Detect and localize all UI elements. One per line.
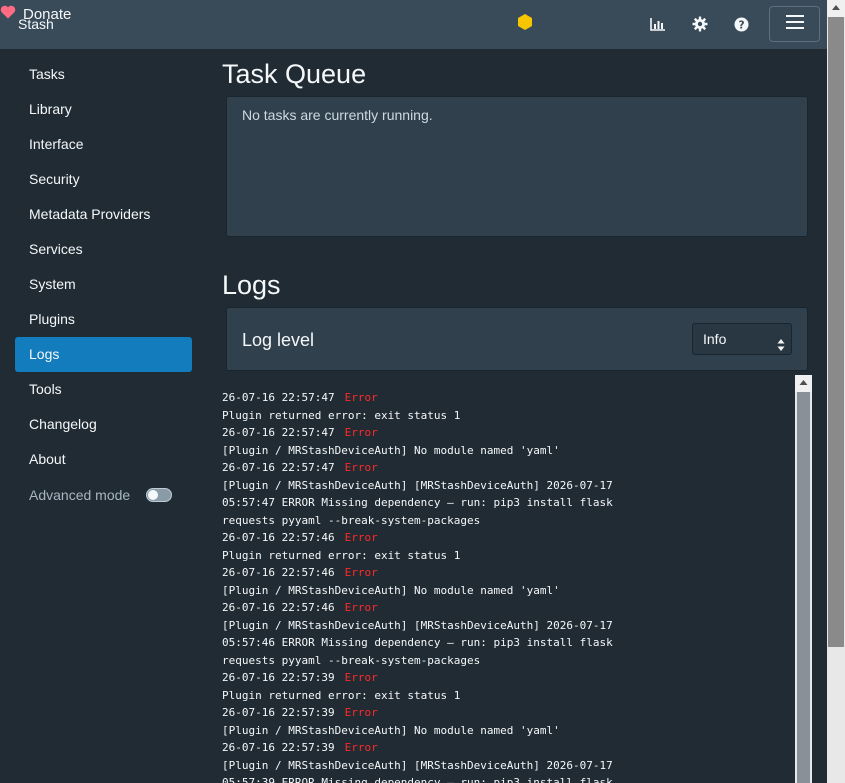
log-level-card: Log level Info xyxy=(226,307,808,371)
log-line: [Plugin / MRStashDeviceAuth] No module n… xyxy=(222,442,794,460)
log-line: 26-07-16 22:57:46 Error xyxy=(222,599,794,617)
task-queue-title: Task Queue xyxy=(222,59,367,89)
log-timestamp: 26-07-16 22:57:39 xyxy=(222,741,335,754)
gear-icon[interactable] xyxy=(690,10,710,38)
log-level-badge: Error xyxy=(344,531,378,544)
log-entries: 26-07-16 22:57:47 Error Plugin returned er… xyxy=(222,389,794,783)
heart-icon xyxy=(0,5,16,23)
log-timestamp: 26-07-16 22:57:39 xyxy=(222,671,335,684)
log-line: 05:57:39 ERROR Missing dependency — run:… xyxy=(222,774,794,783)
log-line: 26-07-16 22:57:39 Error xyxy=(222,739,794,757)
sidebar-item-services[interactable]: Services xyxy=(15,232,192,267)
log-line: [Plugin / MRStashDeviceAuth] No module n… xyxy=(222,722,794,740)
sidebar-item-system[interactable]: System xyxy=(15,267,192,302)
log-level-badge: Error xyxy=(344,461,378,474)
log-line: [Plugin / MRStashDeviceAuth] [MRStashDev… xyxy=(222,477,794,495)
page-scrollbar[interactable] xyxy=(827,0,845,783)
log-level-label: Log level xyxy=(242,330,315,350)
log-level-badge: Error xyxy=(344,671,378,684)
page-scrollbar-thumb[interactable] xyxy=(828,17,844,647)
log-timestamp: 26-07-16 22:57:47 xyxy=(222,461,335,474)
log-timestamp: 26-07-16 22:57:46 xyxy=(222,566,335,579)
log-level-badge: Error xyxy=(344,426,378,439)
log-line: requests pyyaml --break-system-packages xyxy=(222,512,794,530)
select-arrows-icon xyxy=(777,332,785,351)
menu-toggle-button[interactable] xyxy=(769,6,820,42)
log-line: 26-07-16 22:57:46 Error xyxy=(222,529,794,547)
advanced-mode-toggle[interactable] xyxy=(146,487,173,502)
sidebar-item-metadata-providers[interactable]: Metadata Providers xyxy=(15,197,192,232)
log-line: Plugin returned error: exit status 1 xyxy=(222,547,794,565)
log-line: Plugin returned error: exit status 1 xyxy=(222,687,794,705)
task-queue-card: No tasks are currently running. xyxy=(226,96,808,237)
settings-sidebar: Tasks Library Interface Security Metadat… xyxy=(15,57,192,512)
sidebar-item-about[interactable]: About xyxy=(15,442,192,477)
log-line: 26-07-16 22:57:47 Error xyxy=(222,389,794,407)
log-message: requests pyyaml --break-system-packages xyxy=(222,513,481,527)
log-line: [Plugin / MRStashDeviceAuth] No module n… xyxy=(222,582,794,600)
log-timestamp: 26-07-16 22:57:46 xyxy=(222,601,335,614)
log-message: requests pyyaml --break-system-packages xyxy=(222,653,481,667)
log-message: Plugin returned error: exit status 1 xyxy=(222,548,461,562)
log-message: Plugin returned error: exit status 1 xyxy=(222,688,461,702)
log-line: [Plugin / MRStashDeviceAuth] [MRStashDev… xyxy=(222,757,794,775)
log-line: Plugin returned error: exit status 1 xyxy=(222,407,794,425)
log-level-value: Info xyxy=(703,331,727,347)
log-message: [Plugin / MRStashDeviceAuth] No module n… xyxy=(222,723,560,737)
sidebar-item-security[interactable]: Security xyxy=(15,162,192,197)
log-message: 05:57:47 ERROR Missing dependency — run:… xyxy=(222,496,613,509)
log-level-badge: Error xyxy=(344,566,378,579)
log-line: 26-07-16 22:57:47 Error xyxy=(222,459,794,477)
sidebar-item-logs[interactable]: Logs xyxy=(15,337,192,372)
log-message: Plugin returned error: exit status 1 xyxy=(222,408,461,422)
sidebar-item-plugins[interactable]: Plugins xyxy=(15,302,192,337)
stats-icon[interactable] xyxy=(648,10,668,38)
sidebar-item-changelog[interactable]: Changelog xyxy=(15,407,192,442)
log-line: 05:57:46 ERROR Missing dependency — run:… xyxy=(222,634,794,652)
navbar: Stash Donate ? xyxy=(0,0,827,49)
log-level-badge: Error xyxy=(344,391,378,404)
task-queue-empty-text: No tasks are currently running. xyxy=(242,107,433,123)
hexagon-icon[interactable] xyxy=(516,8,534,36)
log-scrollbar[interactable] xyxy=(795,375,812,783)
logs-title: Logs xyxy=(222,270,281,300)
log-message: [Plugin / MRStashDeviceAuth] [MRStashDev… xyxy=(222,478,613,492)
log-message: [Plugin / MRStashDeviceAuth] [MRStashDev… xyxy=(222,758,613,772)
log-line: requests pyyaml --break-system-packages xyxy=(222,652,794,670)
log-level-badge: Error xyxy=(344,706,378,719)
sidebar-item-interface[interactable]: Interface xyxy=(15,127,192,162)
brand-link[interactable]: Stash xyxy=(18,16,54,32)
help-icon[interactable]: ? xyxy=(731,10,751,38)
log-line: 26-07-16 22:57:46 Error xyxy=(222,564,794,582)
sidebar-item-tasks[interactable]: Tasks xyxy=(15,57,192,92)
log-level-badge: Error xyxy=(344,741,378,754)
advanced-mode-row: Advanced mode xyxy=(15,477,192,512)
log-message: [Plugin / MRStashDeviceAuth] No module n… xyxy=(222,583,560,597)
log-line: 05:57:47 ERROR Missing dependency — run:… xyxy=(222,494,794,512)
log-line: [Plugin / MRStashDeviceAuth] [MRStashDev… xyxy=(222,617,794,635)
log-message: [Plugin / MRStashDeviceAuth] [MRStashDev… xyxy=(222,618,613,632)
log-level-badge: Error xyxy=(344,601,378,614)
menu-icon xyxy=(785,14,804,34)
svg-text:?: ? xyxy=(738,19,744,31)
log-level-select[interactable]: Info xyxy=(692,323,792,355)
log-message: 05:57:46 ERROR Missing dependency — run:… xyxy=(222,636,613,649)
log-timestamp: 26-07-16 22:57:46 xyxy=(222,531,335,544)
sidebar-item-tools[interactable]: Tools xyxy=(15,372,192,407)
log-message: [Plugin / MRStashDeviceAuth] No module n… xyxy=(222,443,560,457)
log-message: 05:57:39 ERROR Missing dependency — run:… xyxy=(222,776,613,783)
advanced-mode-label: Advanced mode xyxy=(29,486,131,503)
log-line: 26-07-16 22:57:47 Error xyxy=(222,424,794,442)
log-timestamp: 26-07-16 22:57:39 xyxy=(222,706,335,719)
log-timestamp: 26-07-16 22:57:47 xyxy=(222,426,335,439)
page-scroll-up-button[interactable] xyxy=(827,0,845,17)
log-scrollbar-thumb[interactable] xyxy=(797,392,810,783)
log-line: 26-07-16 22:57:39 Error xyxy=(222,704,794,722)
sidebar-item-library[interactable]: Library xyxy=(15,92,192,127)
log-timestamp: 26-07-16 22:57:47 xyxy=(222,391,335,404)
log-line: 26-07-16 22:57:39 Error xyxy=(222,669,794,687)
log-scroll-up-button[interactable] xyxy=(795,375,812,392)
